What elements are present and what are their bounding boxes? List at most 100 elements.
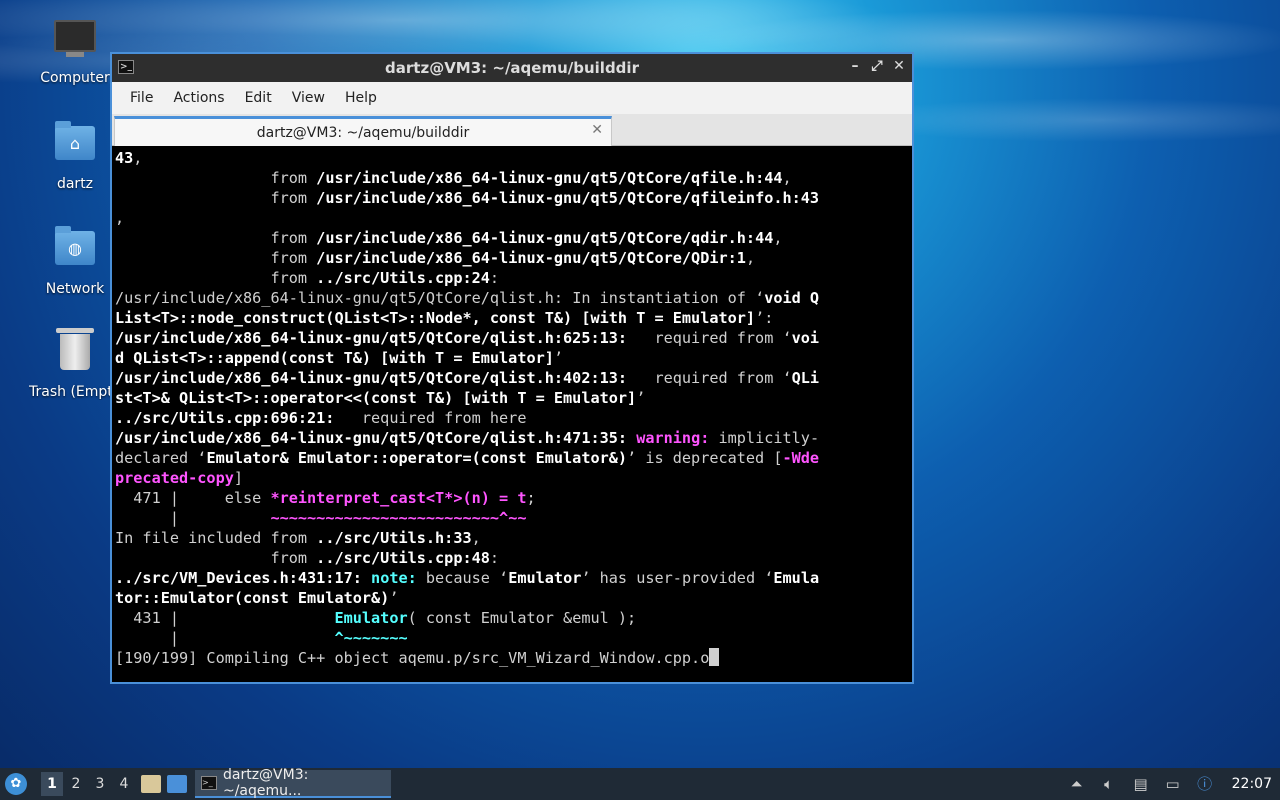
terminal-line: In file included from ../src/Utils.h:33, xyxy=(115,528,912,548)
terminal-line: /usr/include/x86_64-linux-gnu/qt5/QtCore… xyxy=(115,288,912,308)
terminal-line: ../src/Utils.cpp:696:21: required from h… xyxy=(115,408,912,428)
terminal-icon: >_ xyxy=(201,776,217,790)
clipboard-icon[interactable]: ▤ xyxy=(1132,775,1150,793)
terminal-line: List<T>::node_construct(QList<T>::Node*,… xyxy=(115,308,912,328)
terminal-text: | xyxy=(115,509,271,527)
terminal-line: from /usr/include/x86_64-linux-gnu/qt5/Q… xyxy=(115,228,912,248)
terminal-text: 431 | xyxy=(115,609,335,627)
terminal-text: /usr/include/x86_64-linux-gnu/qt5/QtCore… xyxy=(115,369,628,387)
terminal-text: ~~~~~~~~~~~~~~~~~~~~~~~~~^~~ xyxy=(270,509,527,527)
network-icon[interactable]: ▭ xyxy=(1164,775,1182,793)
terminal-text: because ‘ xyxy=(416,569,509,587)
menu-edit[interactable]: Edit xyxy=(237,86,280,110)
terminal-text: Emulator xyxy=(508,569,582,587)
terminal-text: List<T>::node_construct(QList<T>::Node*,… xyxy=(115,309,756,327)
taskbar: ✿ 1 2 3 4 >_ dartz@VM3: ~/aqemu... ⏶ 🔈︎ … xyxy=(0,767,1280,800)
menu-view[interactable]: View xyxy=(284,86,333,110)
menu-file[interactable]: File xyxy=(122,86,161,110)
terminal-text: from xyxy=(115,189,317,207)
volume-icon[interactable]: 🔈︎ xyxy=(1100,775,1118,793)
minimize-button[interactable]: – xyxy=(848,58,862,74)
terminal-line: precated-copy] xyxy=(115,468,912,488)
terminal-line: from /usr/include/x86_64-linux-gnu/qt5/Q… xyxy=(115,248,912,268)
terminal-text: from xyxy=(115,169,317,187)
terminal-text: [190/199] Compiling C++ object aqemu.p/s… xyxy=(115,649,710,667)
terminal-line: 431 | Emulator( const Emulator &emul ); xyxy=(115,608,912,628)
terminal-text: ../src/Utils.cpp:696:21: xyxy=(115,409,335,427)
terminal-text: /usr/include/x86_64-linux-gnu/qt5/QtCore… xyxy=(316,169,783,187)
terminal-text: required from ‘ xyxy=(627,369,792,387)
workspace-3[interactable]: 3 xyxy=(89,772,111,796)
terminal-line: d QList<T>::append(const T&) [with T = E… xyxy=(115,348,912,368)
tab-label: dartz@VM3: ~/aqemu/builddir xyxy=(256,124,470,141)
terminal-text: ’ xyxy=(389,589,399,607)
terminal-cursor xyxy=(709,648,720,666)
terminal-line: 471 | else *reinterpret_cast<T*>(n) = t; xyxy=(115,488,912,508)
terminal-text: Emulator xyxy=(334,609,408,627)
menu-bar: File Actions Edit View Help xyxy=(112,82,912,114)
workspace-4[interactable]: 4 xyxy=(113,772,135,796)
update-notifier-icon[interactable]: ⓘ xyxy=(1196,775,1214,793)
terminal-line: 43, xyxy=(115,148,912,168)
terminal-text: ( const Emulator &emul ); xyxy=(407,609,637,627)
workspace-2[interactable]: 2 xyxy=(65,772,87,796)
terminal-text: -Wde xyxy=(782,449,820,467)
terminal-line: from /usr/include/x86_64-linux-gnu/qt5/Q… xyxy=(115,168,912,188)
terminal-text: In file included from xyxy=(115,529,317,547)
terminal-line: ../src/VM_Devices.h:431:17: note: becaus… xyxy=(115,568,912,588)
terminal-text: QLi xyxy=(791,369,820,387)
terminal-text: , xyxy=(115,209,125,227)
app-menu-icon[interactable]: ✿ xyxy=(5,773,27,795)
terminal-output[interactable]: 43, from /usr/include/x86_64-linux-gnu/q… xyxy=(112,146,912,682)
terminal-text: : xyxy=(489,269,500,287)
terminal-text: ’ xyxy=(636,389,646,407)
terminal-text: 43 xyxy=(115,149,134,167)
terminal-text: , xyxy=(782,169,792,187)
terminal-text: from xyxy=(115,229,317,247)
terminal-text: ] xyxy=(233,469,244,487)
task-label: dartz@VM3: ~/aqemu... xyxy=(222,767,309,799)
arrow-up-icon[interactable]: ⏶ xyxy=(1068,775,1086,793)
terminal-text: | xyxy=(115,629,335,647)
menu-actions[interactable]: Actions xyxy=(165,86,232,110)
terminal-text: , xyxy=(773,229,783,247)
window-titlebar[interactable]: >_ dartz@VM3: ~/aqemu/builddir – ⤢ ✕ xyxy=(112,54,912,82)
terminal-text: *reinterpret_cast<T*>(n) = t xyxy=(270,489,527,507)
menu-help[interactable]: Help xyxy=(337,86,385,110)
terminal-icon[interactable]: >_ xyxy=(118,60,134,74)
home-folder-icon: ⌂ xyxy=(53,121,97,170)
terminal-text: from xyxy=(115,249,317,267)
terminal-text: /usr/include/x86_64-linux-gnu/qt5/QtCore… xyxy=(316,249,746,267)
window-title: dartz@VM3: ~/aqemu/builddir xyxy=(385,59,639,77)
desktop-icon-label: Trash (Empty) xyxy=(29,384,115,400)
terminal-text: precated-copy xyxy=(115,469,234,487)
terminal-text: note: xyxy=(371,569,417,587)
terminal-text: voi xyxy=(791,329,820,347)
terminal-text: 471 | else xyxy=(115,489,271,507)
terminal-tab[interactable]: dartz@VM3: ~/aqemu/builddir ✕ xyxy=(114,116,612,146)
maximize-button[interactable]: ⤢ xyxy=(870,58,884,74)
terminal-text: ../src/Utils.cpp:48 xyxy=(316,549,490,567)
terminal-text: Emulator& Emulator::operator=(const Emul… xyxy=(206,449,628,467)
taskbar-task-terminal[interactable]: >_ dartz@VM3: ~/aqemu... xyxy=(195,767,391,799)
terminal-text: : xyxy=(489,549,500,567)
system-tray: ⏶ 🔈︎ ▤ ▭ ⓘ 22:07 xyxy=(1068,768,1280,800)
terminal-line: from ../src/Utils.cpp:24: xyxy=(115,268,912,288)
workspace-1[interactable]: 1 xyxy=(41,772,63,796)
terminal-line: from ../src/Utils.cpp:48: xyxy=(115,548,912,568)
terminal-text: implicitly- xyxy=(709,429,820,447)
show-desktop-icon[interactable] xyxy=(167,775,187,793)
tab-close-icon[interactable]: ✕ xyxy=(591,122,603,138)
terminal-text: ^~~~~~~~ xyxy=(334,629,408,647)
close-button[interactable]: ✕ xyxy=(892,58,906,74)
terminal-line: /usr/include/x86_64-linux-gnu/qt5/QtCore… xyxy=(115,428,912,448)
terminal-line: , xyxy=(115,208,912,228)
terminal-text: /usr/include/x86_64-linux-gnu/qt5/QtCore… xyxy=(115,329,628,347)
terminal-line: [190/199] Compiling C++ object aqemu.p/s… xyxy=(115,648,912,668)
file-manager-icon[interactable] xyxy=(141,775,161,793)
clock[interactable]: 22:07 xyxy=(1232,776,1272,792)
terminal-text: , xyxy=(745,249,756,267)
terminal-text: In instantiation of ‘ xyxy=(563,289,765,307)
